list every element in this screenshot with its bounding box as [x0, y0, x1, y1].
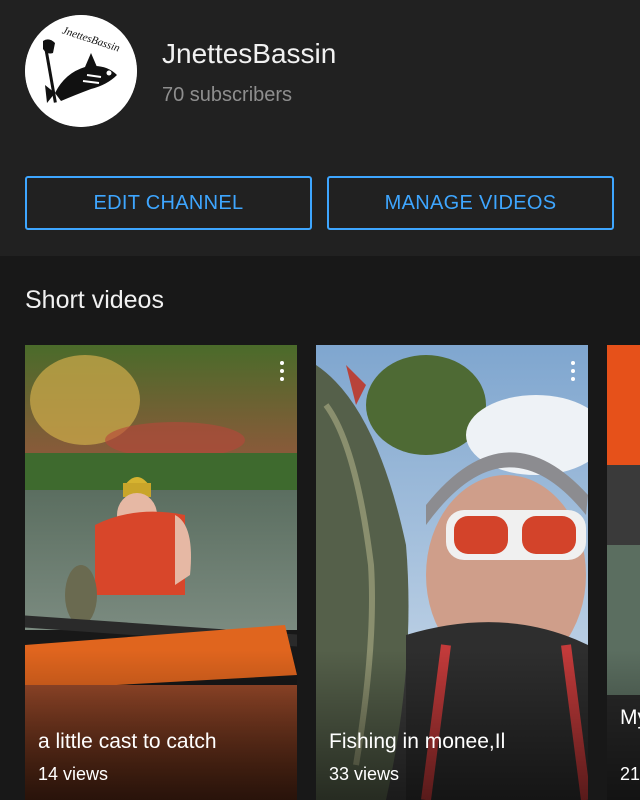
video-views: 14 views	[38, 764, 109, 784]
video-views: 33 views	[329, 764, 400, 784]
more-vert-icon[interactable]	[570, 361, 576, 383]
manage-videos-button[interactable]: MANAGE VIDEOS	[327, 176, 614, 230]
subscriber-count: 70 subscribers	[162, 84, 293, 106]
short-video-card[interactable]: My ba 21	[607, 345, 640, 800]
video-title: My ba	[620, 706, 640, 729]
edit-channel-button[interactable]: EDIT CHANNEL	[25, 176, 312, 230]
video-title: Fishing in monee,Il	[329, 730, 506, 753]
bass-fish-logo-icon: JnettesBassin	[25, 15, 137, 127]
more-vert-icon[interactable]	[279, 361, 285, 383]
video-views: 21	[620, 764, 640, 784]
channel-name: JnettesBassin	[162, 38, 337, 69]
short-video-card[interactable]: a little cast to catch 14 views	[25, 345, 297, 800]
channel-header: JnettesBassin JnettesBassin 70 subscribe…	[0, 0, 640, 256]
short-video-card[interactable]: Fishing in monee,Il 33 views	[316, 345, 588, 800]
channel-avatar[interactable]: JnettesBassin	[25, 15, 137, 127]
section-title: Short videos	[25, 286, 164, 314]
video-title: a little cast to catch	[38, 730, 217, 753]
